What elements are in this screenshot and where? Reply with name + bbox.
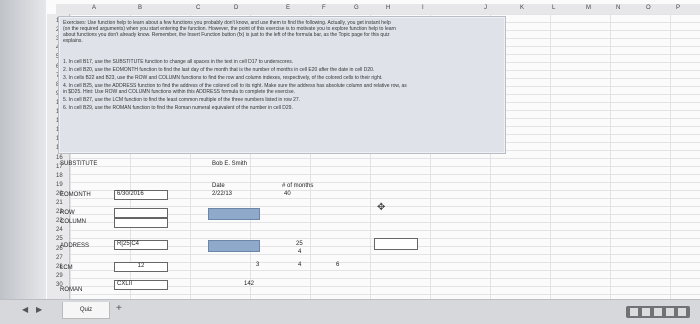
cell-b23[interactable]	[114, 218, 168, 228]
instruction-item-5: 5. In cell B27, use the LCM function to …	[63, 97, 301, 103]
cell-e20[interactable]: 40	[284, 191, 291, 197]
column-header-B[interactable]: B	[138, 5, 142, 11]
column-header-C[interactable]: C	[196, 5, 200, 11]
cell-b25[interactable]: R[25]C4	[114, 240, 168, 250]
colored-cell-d22[interactable]	[208, 208, 260, 220]
column-header-G[interactable]: G	[354, 5, 359, 11]
add-sheet-button[interactable]: +	[116, 303, 122, 314]
column-header-K[interactable]: K	[520, 5, 524, 11]
cell-d17[interactable]: Bob E. Smith	[212, 161, 247, 167]
instruction-item-6: 6. In cell B29, use the ROMAN function t…	[63, 105, 293, 111]
instruction-item-1: 1. In cell B17, use the SUBSTITUTE funct…	[63, 59, 294, 65]
row-header-27[interactable]: 27	[56, 255, 78, 261]
column-header-A[interactable]: A	[92, 5, 96, 11]
column-header-L[interactable]: L	[552, 5, 555, 11]
row-header-24[interactable]: 24	[56, 227, 78, 233]
column-header-H[interactable]: H	[386, 5, 390, 11]
row-header-18[interactable]: 18	[56, 173, 78, 179]
tab-scroll-left-icon[interactable]: ◀	[22, 305, 28, 314]
page-layout-icon[interactable]	[642, 308, 650, 316]
cell-e19[interactable]: # of months	[282, 183, 313, 189]
cell-h25[interactable]	[374, 238, 418, 250]
instructions-textbox[interactable]: Exercises: Use function help to learn ab…	[58, 16, 506, 154]
page-break-icon[interactable]	[654, 308, 662, 316]
zoom-in-icon[interactable]	[678, 308, 686, 316]
cell-e25[interactable]: 25	[296, 241, 303, 247]
zoom-out-icon[interactable]	[666, 308, 674, 316]
cell-a22[interactable]: ROW	[60, 210, 75, 216]
column-header-M[interactable]: M	[586, 5, 591, 11]
cell-d19[interactable]: Date	[212, 183, 225, 189]
cell-d29[interactable]: 142	[244, 281, 254, 287]
column-header-P[interactable]: P	[676, 5, 680, 11]
instruction-item-4-cont: in $D25. Hint: Use ROW and COLUMN functi…	[63, 89, 296, 95]
cell-f27[interactable]: 6	[336, 262, 339, 268]
cell-e26[interactable]: 4	[298, 249, 301, 255]
column-header-N[interactable]: N	[616, 5, 620, 11]
normal-view-icon[interactable]	[630, 308, 638, 316]
cell-d27[interactable]: 3	[256, 262, 259, 268]
spreadsheet: A B C D E F G H I J K L M N O P 12345678…	[0, 0, 700, 324]
cell-a23[interactable]: COLUMN	[60, 219, 86, 225]
cell-b22[interactable]	[114, 208, 168, 218]
cell-d20[interactable]: 2/22/13	[212, 191, 232, 197]
column-header-J[interactable]: J	[484, 5, 487, 11]
column-header-F[interactable]: F	[322, 5, 326, 11]
cell-b29[interactable]: CXLII	[114, 280, 168, 290]
move-cursor-icon: ✥	[377, 202, 386, 213]
cell-a17[interactable]: SUBSTITUTE	[60, 161, 97, 167]
row-header-21[interactable]: 21	[56, 200, 78, 206]
cell-a20[interactable]: EOMONTH	[60, 192, 91, 198]
cell-b27[interactable]: 12	[114, 262, 168, 272]
column-header-D[interactable]: D	[234, 5, 238, 11]
tab-quiz[interactable]: Quiz	[62, 302, 110, 319]
intro-line-3: about functions you don't already know. …	[63, 32, 390, 38]
left-margin	[0, 0, 46, 324]
tab-scroll-right-icon[interactable]: ▶	[36, 305, 42, 314]
column-header-O[interactable]: O	[646, 5, 651, 11]
instruction-item-2: 2. In cell B20, use the EOMONTH function…	[63, 67, 375, 73]
cell-e27[interactable]: 4	[298, 262, 301, 268]
cell-a29[interactable]: ROMAN	[60, 287, 82, 293]
row-header-25[interactable]: 25	[56, 236, 78, 242]
cell-a25[interactable]: ADDRESS	[60, 243, 89, 249]
cell-b20[interactable]: 6/30/2016	[114, 190, 168, 200]
colored-cell-d25[interactable]	[208, 240, 260, 252]
view-mode-controls[interactable]	[626, 306, 690, 318]
row-header-16[interactable]: 16	[56, 155, 78, 161]
column-header-E[interactable]: E	[286, 5, 290, 11]
cell-a27[interactable]: LCM	[60, 265, 73, 271]
column-header-I[interactable]: I	[422, 5, 424, 11]
row-header-29[interactable]: 29	[56, 273, 78, 279]
instruction-item-3: 3. In cells B22 and B23, use the ROW and…	[63, 75, 383, 81]
sheet-tab-bar: ◀ ▶ Quiz +	[0, 299, 700, 324]
intro-line-4: explains.	[63, 38, 83, 44]
row-header-19[interactable]: 19	[56, 182, 78, 188]
